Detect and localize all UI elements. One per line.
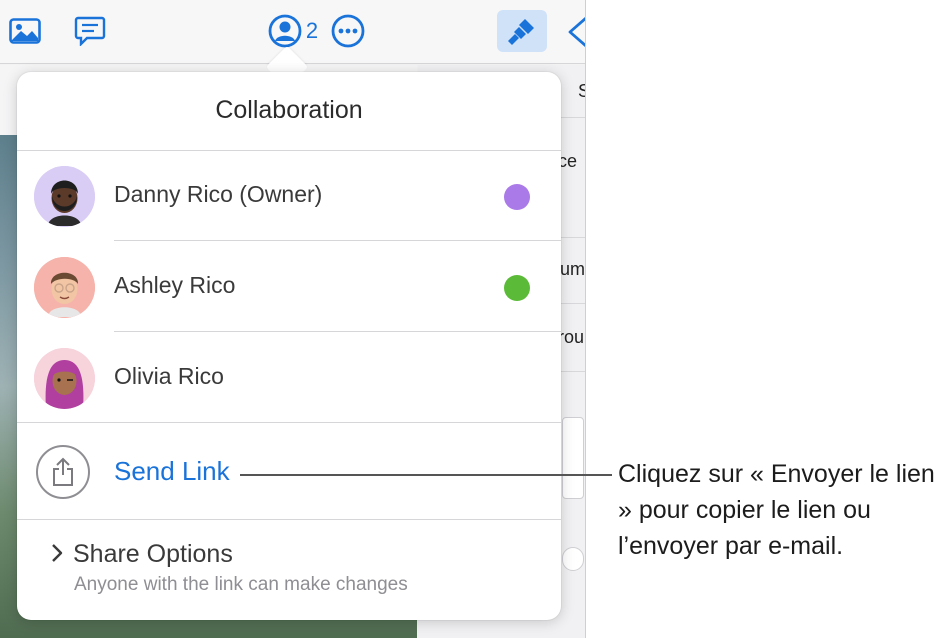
chevron-left-icon[interactable]: [562, 16, 585, 48]
presence-dot: [504, 275, 530, 301]
chevron-right-icon: [52, 544, 63, 562]
panel-slider[interactable]: [562, 547, 584, 571]
participant-name: Danny Rico (Owner): [114, 181, 323, 207]
collaboration-button[interactable]: 2: [262, 12, 324, 50]
popover-title: Collaboration: [215, 96, 363, 124]
photo-icon[interactable]: [8, 14, 42, 48]
presence-dot: [504, 184, 530, 210]
share-options-label: Share Options: [73, 540, 233, 568]
row-divider: [114, 331, 561, 332]
participant-row[interactable]: Olivia Rico: [17, 333, 561, 424]
memoji-avatar-icon: [34, 166, 95, 227]
screenshot-stage: 2 S ce um rou: [0, 0, 940, 638]
memoji-avatar-icon: [34, 257, 95, 318]
collaborator-count: 2: [305, 18, 319, 43]
panel-control[interactable]: [562, 417, 584, 499]
callout-leader-line: [240, 474, 612, 476]
participant-row[interactable]: Danny Rico (Owner): [17, 151, 561, 242]
person-circle-icon: [268, 14, 302, 48]
row-divider: [114, 240, 561, 241]
participant-name: Ashley Rico: [114, 272, 236, 298]
send-link-button[interactable]: Send Link: [17, 424, 561, 520]
section-divider: [17, 422, 561, 423]
panel-label: um: [560, 259, 586, 279]
panel-label: rou: [558, 327, 585, 347]
comment-icon[interactable]: [72, 14, 108, 48]
collaboration-popover: Collaboration Danny Rico (Owner) Ashley …: [17, 72, 561, 620]
memoji-avatar-icon: [34, 348, 95, 409]
share-options-subtitle: Anyone with the link can make changes: [74, 574, 408, 595]
paintbrush-icon[interactable]: [497, 10, 547, 52]
share-options-button[interactable]: Share Options Anyone with the link can m…: [17, 520, 561, 620]
participant-row[interactable]: Ashley Rico: [17, 242, 561, 333]
panel-tab-label[interactable]: S: [578, 81, 585, 102]
participant-name: Olivia Rico: [114, 363, 224, 389]
send-link-label: Send Link: [114, 456, 230, 486]
callout-text: Cliquez sur « Envoyer le lien » pour cop…: [618, 460, 935, 560]
ellipsis-circle-icon[interactable]: [330, 13, 366, 49]
share-icon: [36, 445, 90, 499]
